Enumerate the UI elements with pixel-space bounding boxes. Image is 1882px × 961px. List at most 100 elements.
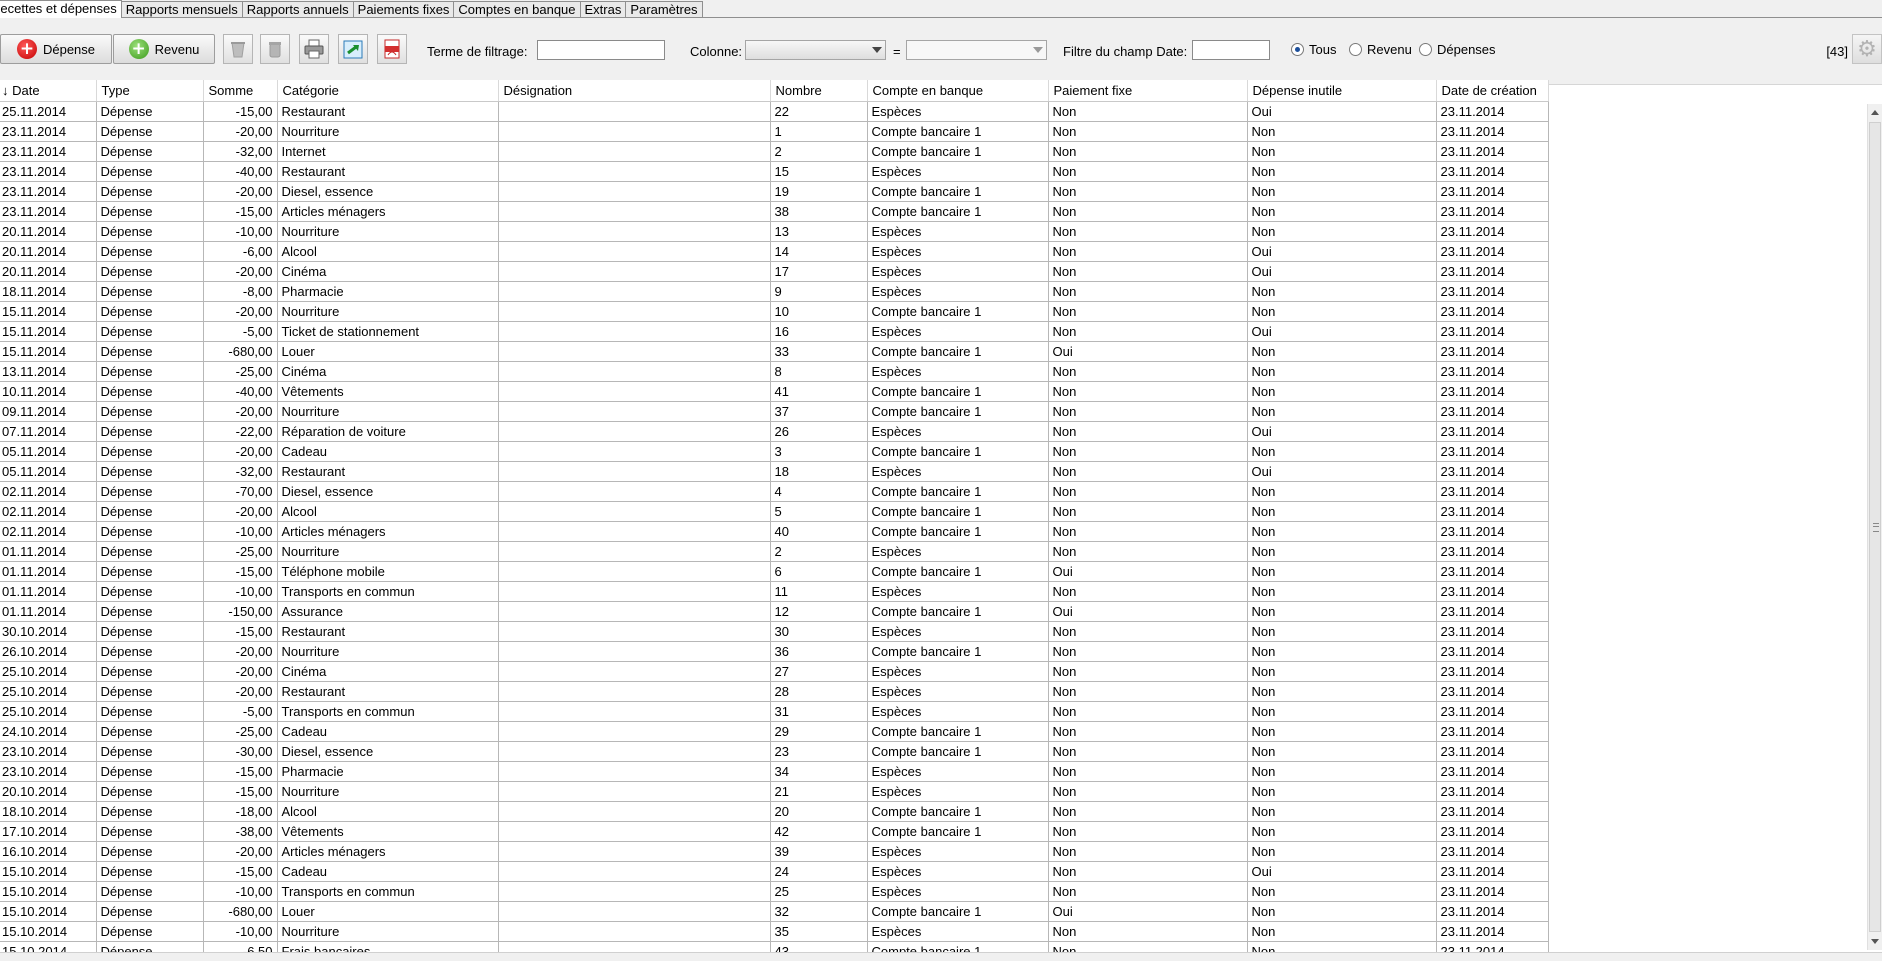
tab-monthly-reports[interactable]: Rapports mensuels	[120, 1, 243, 17]
tab-bank-accounts[interactable]: Comptes en banque	[453, 1, 581, 17]
cell-type: Dépense	[96, 361, 204, 382]
vertical-scrollbar[interactable]	[1867, 104, 1882, 950]
column-select[interactable]	[745, 40, 886, 60]
column-header-amount[interactable]: Somme	[203, 80, 278, 102]
table-row[interactable]: 15.11.2014 Dépense -20,00 Nourriture 10 Compt…	[0, 301, 1549, 322]
print-button[interactable]	[299, 34, 329, 64]
radio-all[interactable]: Tous	[1291, 42, 1336, 57]
table-row[interactable]: 23.11.2014 Dépense -20,00 Nourriture 1 Compte…	[0, 121, 1549, 142]
table-row[interactable]: 02.11.2014 Dépense -20,00 Alcool 5 Compte ban…	[0, 501, 1549, 522]
cell-designation	[498, 861, 771, 882]
add-income-button[interactable]: + Revenu	[113, 34, 215, 64]
filter-term-input[interactable]	[537, 40, 665, 60]
cell-bank-account: Espèces	[867, 581, 1049, 602]
cell-amount: -6,00	[203, 241, 278, 262]
table-row[interactable]: 18.11.2014 Dépense -8,00 Pharmacie 9 Espèces N…	[0, 281, 1549, 302]
table-row[interactable]: 16.10.2014 Dépense -20,00 Articles ménagers…	[0, 841, 1549, 862]
column-header-type[interactable]: Type	[96, 80, 204, 102]
tab-fixed-payments[interactable]: Paiements fixes	[352, 1, 455, 17]
cell-type: Dépense	[96, 801, 204, 822]
column-header-unnecessary-expense[interactable]: Dépense inutile	[1247, 80, 1437, 102]
table-row[interactable]: 01.11.2014 Dépense -25,00 Nourriture 2 Espèce…	[0, 541, 1549, 562]
table-row[interactable]: 20.11.2014 Dépense -6,00 Alcool 14 Espèces Non…	[0, 241, 1549, 262]
table-row[interactable]: 25.10.2014 Dépense -20,00 Cinéma 27 Espèces No…	[0, 661, 1549, 682]
scroll-up-icon[interactable]	[1871, 110, 1879, 115]
table-row[interactable]: 02.11.2014 Dépense -10,00 Articles ménagers…	[0, 521, 1549, 542]
cell-fixed-payment: Non	[1048, 721, 1248, 742]
cell-amount: -10,00	[203, 581, 278, 602]
table-row[interactable]: 23.11.2014 Dépense -15,00 Articles ménagers…	[0, 201, 1549, 222]
table-row[interactable]: 20.10.2014 Dépense -15,00 Nourriture 21 Espèc…	[0, 781, 1549, 802]
cell-number: 31	[770, 701, 868, 722]
table-row[interactable]: 15.10.2014 Dépense -15,00 Cadeau 24 Espèces No…	[0, 861, 1549, 882]
table-row[interactable]: 25.11.2014 Dépense -15,00 Restaurant 22 Espèc…	[0, 101, 1549, 122]
cell-date: 20.11.2014	[0, 241, 97, 262]
table-row[interactable]: 23.11.2014 Dépense -40,00 Restaurant 15 Espèc…	[0, 161, 1549, 182]
export-button[interactable]	[338, 34, 368, 64]
table-row[interactable]: 05.11.2014 Dépense -20,00 Cadeau 3 Compte ban…	[0, 441, 1549, 462]
table-row[interactable]: 24.10.2014 Dépense -25,00 Cadeau 29 Compte ba…	[0, 721, 1549, 742]
table-row[interactable]: 09.11.2014 Dépense -20,00 Nourriture 37 Compt…	[0, 401, 1549, 422]
pdf-button[interactable]	[377, 34, 407, 64]
table-row[interactable]: 18.10.2014 Dépense -18,00 Alcool 20 Compte ba…	[0, 801, 1549, 822]
table-row[interactable]: 15.11.2014 Dépense -680,00 Louer 33 Compte ba…	[0, 341, 1549, 362]
table-row[interactable]: 15.10.2014 Dépense -680,00 Louer 32 Compte ba…	[0, 901, 1549, 922]
cell-date: 23.10.2014	[0, 741, 97, 762]
cell-bank-account: Espèces	[867, 101, 1049, 122]
column-label: Colonne:	[690, 44, 743, 59]
scrollbar-thumb[interactable]	[1869, 122, 1881, 932]
column-header-fixed-payment[interactable]: Paiement fixe	[1048, 80, 1248, 102]
tab-annual-reports[interactable]: Rapports annuels	[241, 1, 354, 17]
column-header-category[interactable]: Catégorie	[277, 80, 499, 102]
tab-settings[interactable]: Paramètres	[625, 1, 703, 17]
table-row[interactable]: 20.11.2014 Dépense -20,00 Cinéma 17 Espèces No…	[0, 261, 1549, 282]
cell-category: Transports en commun	[277, 701, 499, 722]
cell-type: Dépense	[96, 101, 204, 122]
table-row[interactable]: 01.11.2014 Dépense -15,00 Téléphone mobile 6…	[0, 561, 1549, 582]
table-row[interactable]: 15.10.2014 Dépense -10,00 Transports en com…	[0, 881, 1549, 902]
cell-bank-account: Compte bancaire 1	[867, 501, 1049, 522]
table-row[interactable]: 01.11.2014 Dépense -150,00 Assurance 12 Compt…	[0, 601, 1549, 622]
table-row[interactable]: 15.10.2014 Dépense -10,00 Nourriture 35 Espèc…	[0, 921, 1549, 942]
value-select[interactable]	[906, 40, 1047, 60]
table-row[interactable]: 02.11.2014 Dépense -70,00 Diesel, essence 4 C…	[0, 481, 1549, 502]
tab-income-expenses[interactable]: Recettes et dépenses	[0, 0, 122, 18]
table-row[interactable]: 30.10.2014 Dépense -15,00 Restaurant 30 Espèc…	[0, 621, 1549, 642]
table-row[interactable]: 15.11.2014 Dépense -5,00 Ticket de stationn…	[0, 321, 1549, 342]
column-header-date[interactable]: ↓ Date	[0, 80, 97, 102]
trash-button[interactable]	[260, 34, 290, 64]
column-header-number[interactable]: Nombre	[770, 80, 868, 102]
cell-creation-date: 23.11.2014	[1436, 401, 1549, 422]
table-row[interactable]: 23.11.2014 Dépense -32,00 Internet 2 Compte b…	[0, 141, 1549, 162]
table-row[interactable]: 23.10.2014 Dépense -30,00 Diesel, essence 23…	[0, 741, 1549, 762]
table-row[interactable]: 23.10.2014 Dépense -15,00 Pharmacie 34 Espèce…	[0, 761, 1549, 782]
table-row[interactable]: 13.11.2014 Dépense -25,00 Cinéma 8 Espèces Non…	[0, 361, 1549, 382]
column-header-creation-date[interactable]: Date de création	[1436, 80, 1549, 102]
table-row[interactable]: 26.10.2014 Dépense -20,00 Nourriture 36 Compt…	[0, 641, 1549, 662]
table-row[interactable]: 01.11.2014 Dépense -10,00 Transports en com…	[0, 581, 1549, 602]
table-row[interactable]: 10.11.2014 Dépense -40,00 Vêtements 41 Compte…	[0, 381, 1549, 402]
table-row[interactable]: 20.11.2014 Dépense -10,00 Nourriture 13 Espèc…	[0, 221, 1549, 242]
add-expense-button[interactable]: + Dépense	[0, 34, 112, 64]
scroll-down-icon[interactable]	[1871, 939, 1879, 944]
sort-down-icon: ↓	[2, 83, 9, 98]
radio-income[interactable]: Revenu	[1349, 42, 1412, 57]
table-row[interactable]: 05.11.2014 Dépense -32,00 Restaurant 18 Espèc…	[0, 461, 1549, 482]
app-window: Recettes et dépenses Rapports mensuels R…	[0, 0, 1882, 961]
column-header-designation[interactable]: Désignation	[498, 80, 771, 102]
table-row[interactable]: 07.11.2014 Dépense -22,00 Réparation de voi…	[0, 421, 1549, 442]
tab-extras[interactable]: Extras	[579, 1, 627, 17]
table-row[interactable]: 25.10.2014 Dépense -5,00 Transports en comm…	[0, 701, 1549, 722]
chevron-down-icon	[872, 47, 882, 53]
column-header-bank-account[interactable]: Compte en banque	[867, 80, 1049, 102]
delete-button[interactable]	[223, 34, 253, 64]
settings-button[interactable]: ⚙	[1852, 34, 1882, 64]
date-filter-input[interactable]	[1192, 40, 1270, 60]
radio-expenses[interactable]: Dépenses	[1419, 42, 1496, 57]
cell-type: Dépense	[96, 381, 204, 402]
table-row[interactable]: 23.11.2014 Dépense -20,00 Diesel, essence 19…	[0, 181, 1549, 202]
table-row[interactable]: 25.10.2014 Dépense -20,00 Restaurant 28 Espèc…	[0, 681, 1549, 702]
table-row[interactable]: 17.10.2014 Dépense -38,00 Vêtements 42 Compte…	[0, 821, 1549, 842]
cell-unnecessary: Oui	[1247, 261, 1437, 282]
cell-bank-account: Compte bancaire 1	[867, 201, 1049, 222]
